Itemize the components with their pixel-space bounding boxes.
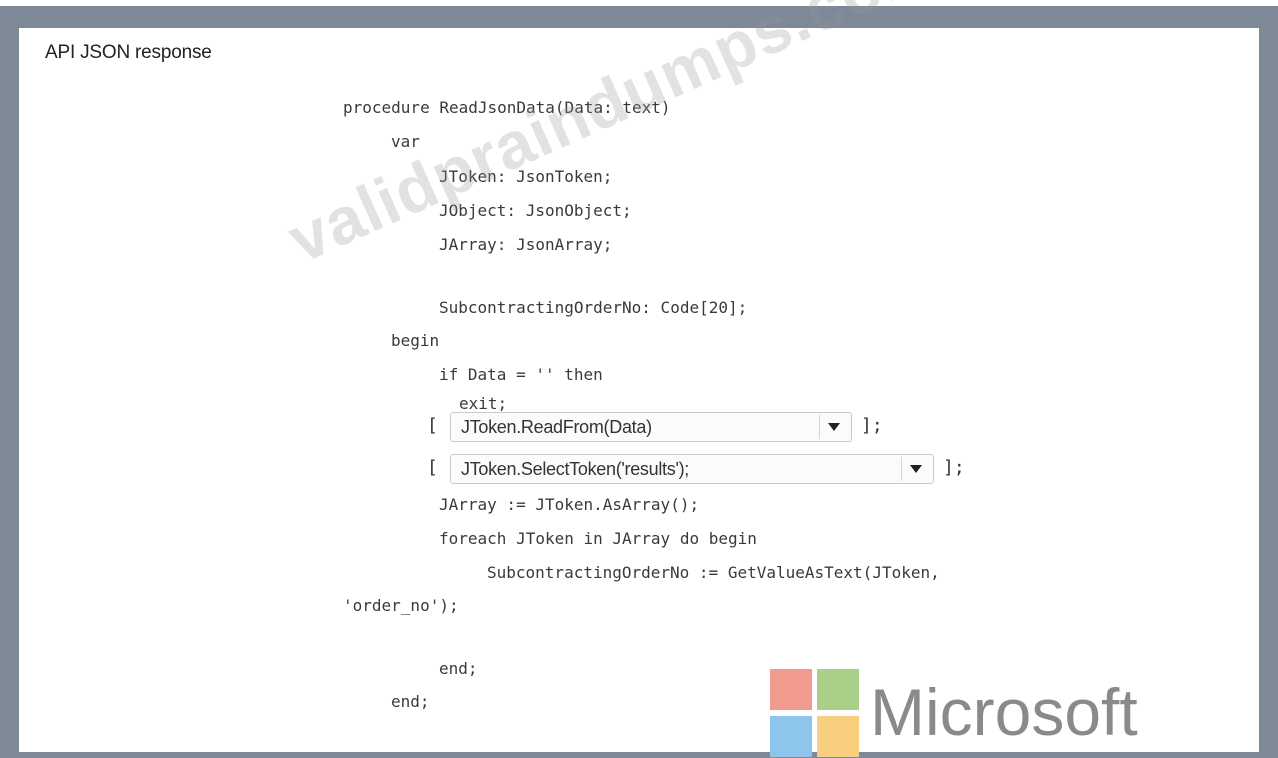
dropdown-selected-value: JToken.SelectToken('results');: [461, 459, 689, 479]
chevron-down-icon[interactable]: [819, 415, 849, 439]
code-line: JArray := JToken.AsArray();: [439, 495, 700, 514]
code-line: SubcontractingOrderNo: Code[20];: [439, 298, 748, 317]
readfrom-dropdown[interactable]: JToken.ReadFrom(Data): [450, 412, 852, 442]
logo-square-blue: [770, 716, 812, 757]
code-block: procedure ReadJsonData(Data: text) var J…: [19, 28, 1259, 752]
dropdown-selected-value: JToken.ReadFrom(Data): [461, 417, 652, 437]
logo-square-yellow: [817, 716, 859, 757]
selecttoken-dropdown[interactable]: JToken.SelectToken('results');: [450, 454, 934, 484]
code-line: exit;: [459, 394, 508, 413]
dropdown-close-bracket: ];: [861, 415, 883, 436]
microsoft-wordmark: Microsoft: [870, 675, 1138, 749]
dropdown-open-bracket: [: [427, 415, 438, 436]
chevron-down-icon[interactable]: [901, 457, 931, 481]
question-panel: API JSON response procedure ReadJsonData…: [19, 0, 1259, 757]
logo-square-green: [817, 669, 859, 710]
dropdown-close-bracket: ];: [943, 457, 965, 478]
code-line: JArray: JsonArray;: [439, 235, 613, 254]
code-line: begin: [391, 331, 440, 350]
code-line: foreach JToken in JArray do begin: [439, 529, 757, 548]
logo-square-red: [770, 669, 812, 710]
code-line: 'order_no');: [343, 596, 459, 615]
code-line: SubcontractingOrderNo := GetValueAsText(…: [487, 563, 940, 582]
outer-frame: API JSON response procedure ReadJsonData…: [0, 0, 1278, 758]
dropdown-open-bracket: [: [427, 457, 438, 478]
code-line: end;: [439, 659, 478, 678]
code-line: end;: [391, 692, 430, 711]
microsoft-logo-icon: [770, 669, 861, 757]
code-line: if Data = '' then: [439, 365, 603, 384]
